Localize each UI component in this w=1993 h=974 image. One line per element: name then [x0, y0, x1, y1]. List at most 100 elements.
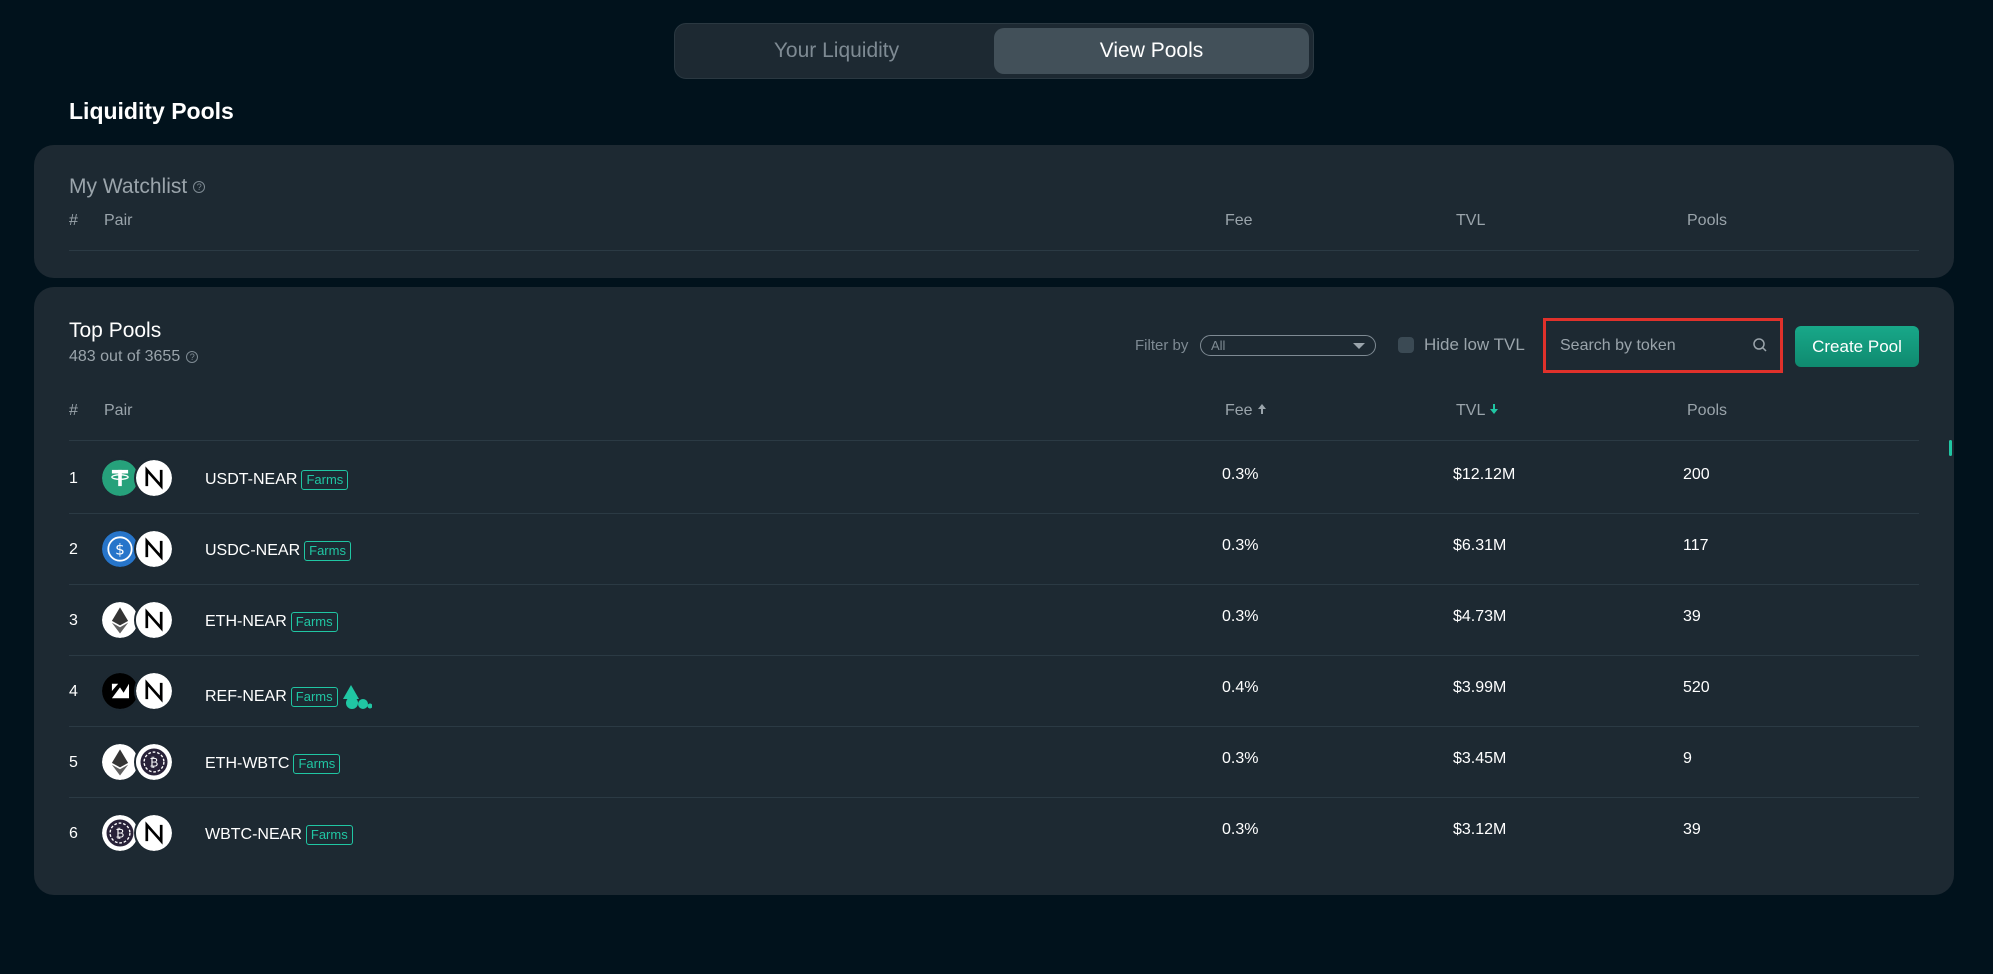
table-row[interactable]: 5 ₿ ETH-WBTC Farms 0.3% $3.45M 9 [34, 726, 1954, 797]
pools-value: 117 [1683, 537, 1709, 554]
watchlist-col-fee: Fee [1225, 212, 1253, 229]
tvl-value: $3.12M [1453, 821, 1507, 838]
farms-badge[interactable]: Farms [293, 754, 341, 774]
col-tvl-sort[interactable]: TVL [1456, 402, 1499, 420]
pair-icons [100, 600, 176, 640]
watchlist-col-pair: Pair [104, 212, 133, 229]
top-pools-card: Top Pools 483 out of 3655 ? Filter by Al… [34, 287, 1954, 895]
table-row[interactable]: 1 USDT-NEAR Farms 0.3% $12.12M 200 [34, 442, 1954, 513]
near-token-icon [134, 813, 174, 853]
table-row[interactable]: 2 $ USDC-NEAR Farms 0.3% $6.31M 117 [34, 513, 1954, 584]
tvl-value: $4.73M [1453, 608, 1507, 625]
hide-low-tvl-checkbox[interactable] [1398, 337, 1414, 353]
tvl-value: $3.99M [1453, 679, 1507, 696]
near-token-icon [134, 600, 174, 640]
row-index: 2 [69, 541, 78, 558]
page-title: Liquidity Pools [69, 98, 234, 124]
arrow-up-icon [1258, 404, 1267, 414]
pool-count: 483 out of 3655 ? [69, 348, 199, 366]
pools-value: 39 [1683, 821, 1701, 838]
hide-low-tvl-label: Hide low TVL [1424, 335, 1525, 354]
row-index: 1 [69, 470, 78, 487]
pair-label: USDT-NEAR [205, 471, 298, 488]
col-tvl-label: TVL [1456, 402, 1485, 419]
row-index: 5 [69, 754, 78, 771]
col-index: # [69, 402, 78, 419]
fee-value: 0.3% [1222, 608, 1259, 625]
farms-badge[interactable]: Farms [305, 825, 353, 845]
svg-text:₿: ₿ [150, 756, 159, 770]
near-token-icon [134, 671, 174, 711]
pools-value: 200 [1683, 466, 1710, 483]
pair-icons: ₿ [100, 813, 176, 853]
pair-name: ETH-WBTC Farms [205, 754, 341, 774]
search-input[interactable] [1560, 336, 1740, 355]
watchlist-card: My Watchlist ? # Pair Fee TVL Pools [34, 145, 1954, 278]
hide-low-tvl-toggle[interactable]: Hide low TVL [1398, 335, 1525, 355]
pool-count-text: 483 out of 3655 [69, 348, 181, 365]
divider [69, 440, 1919, 441]
tvl-value: $3.45M [1453, 750, 1507, 767]
pair-label: REF-NEAR [205, 688, 287, 705]
table-row[interactable]: 4 REF-NEAR Farms 0.4% $3.99M 520 [34, 655, 1954, 726]
pair-icons: ₿ [100, 742, 176, 782]
table-row[interactable]: 6 ₿ WBTC-NEAR Farms 0.3% $3.12M 39 [34, 797, 1954, 868]
svg-text:$: $ [115, 540, 125, 558]
pair-label: ETH-WBTC [205, 755, 290, 772]
help-icon[interactable]: ? [193, 181, 206, 193]
chevron-down-icon [1353, 343, 1365, 349]
pools-value: 520 [1683, 679, 1710, 696]
filter-label: Filter by [1135, 337, 1189, 354]
col-pair: Pair [104, 402, 133, 419]
col-fee-sort[interactable]: Fee [1225, 402, 1267, 420]
pair-label: ETH-NEAR [205, 613, 287, 630]
watchlist-title: My Watchlist ? [69, 175, 206, 199]
arrow-down-icon [1490, 404, 1499, 414]
col-pools: Pools [1687, 402, 1728, 419]
fee-value: 0.3% [1222, 466, 1259, 483]
pair-label: WBTC-NEAR [205, 826, 302, 843]
pair-name: WBTC-NEAR Farms [205, 825, 353, 845]
pair-label: USDC-NEAR [205, 542, 301, 559]
pair-name: USDC-NEAR Farms [205, 541, 351, 561]
scrollbar-thumb[interactable] [1949, 440, 1952, 456]
pools-value: 9 [1683, 750, 1692, 767]
pair-icons [100, 458, 176, 498]
near-token-icon [134, 458, 174, 498]
col-fee-label: Fee [1225, 402, 1253, 419]
pool-view-tabs: Your Liquidity View Pools [674, 23, 1314, 79]
watchlist-title-text: My Watchlist [69, 175, 188, 198]
top-pools-title: Top Pools [69, 319, 162, 342]
search-box [1543, 318, 1783, 373]
watchlist-col-index: # [69, 212, 78, 229]
boost-icon[interactable] [342, 683, 372, 711]
filter-value: All [1211, 338, 1226, 353]
pair-name: USDT-NEAR Farms [205, 470, 349, 490]
farms-badge[interactable]: Farms [304, 541, 351, 561]
filter-select[interactable]: All [1200, 335, 1376, 356]
pair-name: ETH-NEAR Farms [205, 612, 338, 632]
pair-name: REF-NEAR Farms [205, 683, 372, 711]
farms-badge[interactable]: Farms [290, 687, 338, 707]
tvl-value: $12.12M [1453, 466, 1516, 483]
create-pool-button[interactable]: Create Pool [1795, 326, 1919, 367]
pair-icons: $ [100, 529, 176, 569]
tab-your-liquidity[interactable]: Your Liquidity [679, 28, 994, 74]
svg-text:₿: ₿ [116, 827, 125, 841]
divider [69, 250, 1919, 251]
table-row[interactable]: 3 ETH-NEAR Farms 0.3% $4.73M 39 [34, 584, 1954, 655]
help-icon[interactable]: ? [186, 351, 199, 363]
search-icon[interactable] [1752, 337, 1768, 353]
tvl-value: $6.31M [1453, 537, 1507, 554]
row-index: 4 [69, 683, 78, 700]
farms-badge[interactable]: Farms [301, 470, 349, 490]
farms-badge[interactable]: Farms [290, 612, 338, 632]
fee-value: 0.4% [1222, 679, 1259, 696]
fee-value: 0.3% [1222, 821, 1259, 838]
row-index: 3 [69, 612, 78, 629]
wbtc-token-icon: ₿ [134, 742, 174, 782]
fee-value: 0.3% [1222, 750, 1259, 767]
pair-icons [100, 671, 176, 711]
watchlist-col-tvl: TVL [1456, 212, 1486, 229]
tab-view-pools[interactable]: View Pools [994, 28, 1309, 74]
